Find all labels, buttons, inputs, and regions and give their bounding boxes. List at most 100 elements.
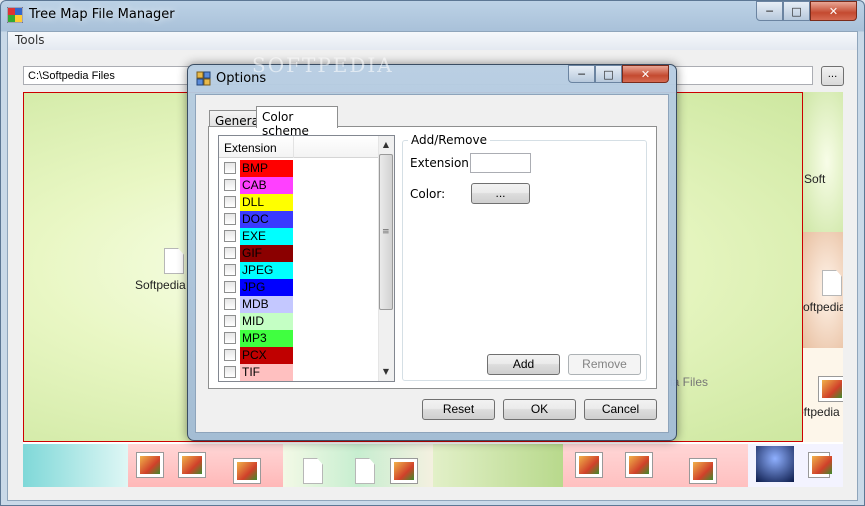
app-icon: [6, 6, 24, 24]
image-file-icon: [808, 452, 832, 478]
extension-checkbox[interactable]: [224, 179, 236, 191]
extension-row[interactable]: MID: [219, 313, 378, 330]
treemap-label: Softpedia: [135, 278, 186, 292]
close-icon: ✕: [640, 67, 651, 81]
extension-checkbox[interactable]: [224, 264, 236, 276]
minimize-icon: ─: [578, 67, 585, 81]
extension-label: Extension:: [410, 156, 473, 170]
file-icon: [355, 458, 375, 484]
extension-name: CAB: [242, 178, 267, 192]
treemap-cell[interactable]: [433, 444, 563, 487]
extension-row[interactable]: GIF: [219, 245, 378, 262]
extension-checkbox[interactable]: [224, 349, 236, 361]
image-thumbnail: [756, 446, 794, 482]
extension-checkbox[interactable]: [224, 281, 236, 293]
dialog-close-button[interactable]: ✕: [622, 65, 669, 83]
minimize-icon: ─: [766, 4, 773, 18]
extension-row[interactable]: JPG: [219, 279, 378, 296]
extension-row[interactable]: MDB: [219, 296, 378, 313]
scroll-up-icon[interactable]: ▲: [378, 137, 394, 153]
treemap-cell[interactable]: [283, 444, 433, 487]
treemap-label: oftpedia: [803, 300, 843, 314]
image-file-icon: [575, 452, 603, 478]
maximize-icon: □: [791, 4, 802, 18]
image-file-icon: [390, 458, 418, 484]
file-icon: [303, 458, 323, 484]
extension-name: MDB: [242, 297, 269, 311]
file-icon: [164, 248, 184, 274]
dialog-minimize-button[interactable]: ─: [568, 65, 595, 83]
treemap-label: oftpedia: [803, 405, 840, 419]
extension-checkbox[interactable]: [224, 298, 236, 310]
image-file-icon: [625, 452, 653, 478]
color-label: Color:: [410, 187, 446, 201]
close-icon: ✕: [828, 4, 839, 18]
treemap-cell[interactable]: [128, 444, 283, 487]
browse-button[interactable]: ...: [821, 66, 844, 86]
window-title: Tree Map File Manager: [29, 7, 175, 22]
extension-checkbox[interactable]: [224, 230, 236, 242]
extension-input[interactable]: [470, 153, 531, 173]
extension-row[interactable]: TIF: [219, 364, 378, 381]
column-divider[interactable]: [293, 136, 294, 158]
color-picker-button[interactable]: ...: [471, 183, 530, 204]
cancel-button[interactable]: Cancel: [584, 399, 657, 420]
extension-name: GIF: [242, 246, 262, 260]
image-file-icon: [178, 452, 206, 478]
treemap-cell[interactable]: Soft: [803, 92, 843, 232]
minimize-button[interactable]: ─: [756, 1, 783, 21]
extension-row[interactable]: DLL: [219, 194, 378, 211]
treemap-cell[interactable]: [23, 444, 128, 487]
file-icon: [822, 270, 842, 296]
treemap-cell[interactable]: oftpedia: [803, 232, 843, 348]
image-file-icon: [818, 376, 843, 402]
extension-name: PCX: [242, 348, 267, 362]
dialog-title: Options: [216, 71, 267, 86]
extension-name: MID: [242, 314, 264, 328]
extension-row[interactable]: PCX: [219, 347, 378, 364]
extension-checkbox[interactable]: [224, 213, 236, 225]
maximize-button[interactable]: □: [783, 1, 810, 21]
reset-button[interactable]: Reset: [422, 399, 495, 420]
extension-row[interactable]: BMP: [219, 160, 378, 177]
column-header-extension[interactable]: Extension: [224, 141, 277, 155]
remove-button[interactable]: Remove: [568, 354, 641, 375]
grip-icon: ≡: [382, 227, 390, 237]
extension-name: TIF: [242, 365, 260, 379]
treemap-cell[interactable]: [563, 444, 748, 487]
extension-checkbox[interactable]: [224, 196, 236, 208]
dialog-maximize-button[interactable]: □: [595, 65, 622, 83]
extension-row[interactable]: JPEG: [219, 262, 378, 279]
treemap-cell[interactable]: [748, 444, 843, 487]
image-file-icon: [689, 458, 717, 484]
extension-name: BMP: [242, 161, 269, 175]
maximize-icon: □: [603, 67, 614, 81]
extension-row[interactable]: CAB: [219, 177, 378, 194]
extension-checkbox[interactable]: [224, 315, 236, 327]
menu-bar: [8, 32, 857, 50]
extension-checkbox[interactable]: [224, 366, 236, 378]
extension-checkbox[interactable]: [224, 247, 236, 259]
close-button[interactable]: ✕: [810, 1, 857, 21]
softpedia-watermark: SOFTPEDIA: [252, 53, 394, 77]
extension-checkbox[interactable]: [224, 162, 236, 174]
image-file-icon: [233, 458, 261, 484]
extension-name: DOC: [242, 212, 269, 226]
extension-name: JPEG: [242, 263, 274, 277]
extension-name: EXE: [242, 229, 267, 243]
extension-row[interactable]: MP3: [219, 330, 378, 347]
treemap-label: Soft: [804, 172, 826, 186]
options-icon: [196, 71, 211, 86]
tab-color-scheme[interactable]: Color scheme: [256, 106, 338, 138]
add-button[interactable]: Add: [487, 354, 560, 375]
scroll-down-icon[interactable]: ▼: [378, 364, 394, 380]
menu-item-tools[interactable]: Tools: [15, 33, 45, 47]
extension-row[interactable]: EXE: [219, 228, 378, 245]
extension-name: JPG: [242, 280, 266, 294]
extension-checkbox[interactable]: [224, 332, 236, 344]
ok-button[interactable]: OK: [503, 399, 576, 420]
extension-row[interactable]: DOC: [219, 211, 378, 228]
treemap-cell[interactable]: oftpedia: [803, 348, 843, 442]
extension-name: MP3: [242, 331, 267, 345]
group-title: Add/Remove: [408, 133, 490, 147]
